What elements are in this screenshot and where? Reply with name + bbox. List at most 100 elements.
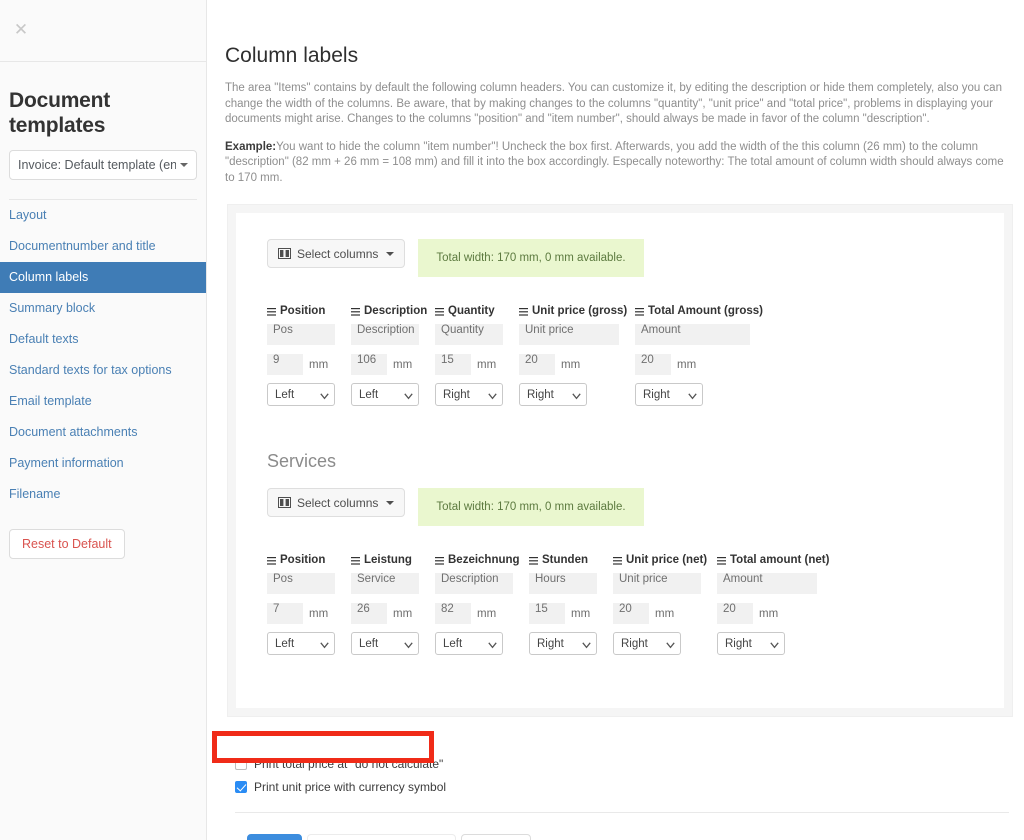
column-label-input[interactable]: Amount xyxy=(635,324,750,345)
drag-handle-icon[interactable] xyxy=(635,307,644,316)
column-align-value: Left xyxy=(443,637,463,650)
column-label-input[interactable]: Quantity xyxy=(435,324,503,345)
column-label-input[interactable]: Pos xyxy=(267,324,335,345)
chevron-down-icon xyxy=(320,391,329,400)
sidebar-body: Document templates Invoice: Default temp… xyxy=(0,88,206,559)
app-root: ✕ Document templates Invoice: Default te… xyxy=(0,0,1024,840)
reset-to-default-button[interactable]: Reset to Default xyxy=(9,529,125,559)
example-label: Example: xyxy=(225,140,277,153)
sidebar-item-layout[interactable]: Layout xyxy=(0,200,206,231)
services-width-alert: Total width: 170 mm, 0 mm available. xyxy=(418,488,644,526)
preview-button[interactable]: Preview xyxy=(460,834,531,840)
sidebar-item-default-texts[interactable]: Default texts xyxy=(0,324,206,355)
sidebar-item-document-attachments[interactable]: Document attachments xyxy=(0,417,206,448)
column-align-select[interactable]: Left xyxy=(267,632,335,655)
column-align-select[interactable]: Right xyxy=(435,383,503,406)
column-width-row: 15 mm xyxy=(529,603,609,624)
sidebar-item-documentnumber-and-title[interactable]: Documentnumber and title xyxy=(0,231,206,262)
column-label-input[interactable]: Service xyxy=(351,573,419,594)
column-width-input[interactable]: 106 xyxy=(351,354,387,375)
column-align-select[interactable]: Right xyxy=(635,383,703,406)
drag-handle-icon[interactable] xyxy=(267,556,276,565)
column-align-select[interactable]: Right xyxy=(613,632,681,655)
column-label-input[interactable]: Hours xyxy=(529,573,597,594)
column-width-input[interactable]: 15 xyxy=(529,603,565,624)
sidebar-item-column-labels[interactable]: Column labels xyxy=(0,262,206,293)
checkbox-row: Print services separated xyxy=(235,731,1008,750)
column-config-block: Total amount (net) Amount 20 mm Right xyxy=(717,554,829,655)
select-columns-button-services[interactable]: Select columns xyxy=(267,488,406,517)
sidebar-item-standard-texts-for-tax-options[interactable]: Standard texts for tax options xyxy=(0,355,206,386)
close-icon[interactable]: ✕ xyxy=(10,20,32,42)
drag-handle-icon[interactable] xyxy=(717,556,726,565)
column-header-label: Quantity xyxy=(448,305,495,317)
columns-panel-inner: Select columns Total width: 170 mm, 0 mm… xyxy=(236,213,1004,708)
checkbox-row: Print total price at "do not calculate" xyxy=(235,754,1008,773)
column-width-input[interactable]: 82 xyxy=(435,603,471,624)
column-align-select[interactable]: Left xyxy=(351,383,419,406)
drag-handle-icon[interactable] xyxy=(613,556,622,565)
column-width-unit: mm xyxy=(393,358,413,371)
column-header-label: Stunden xyxy=(542,554,588,566)
column-align-select[interactable]: Left xyxy=(351,632,419,655)
column-align-select[interactable]: Right xyxy=(717,632,785,655)
column-config-block: Description Description 106 mm Left xyxy=(351,305,431,406)
drag-handle-icon[interactable] xyxy=(351,556,360,565)
sidebar-item-payment-information[interactable]: Payment information xyxy=(0,448,206,479)
items-toolbar: Select columns Total width: 170 mm, 0 mm… xyxy=(267,239,1004,277)
column-label-input[interactable]: Description xyxy=(351,324,419,345)
column-label-input[interactable]: Unit price xyxy=(519,324,619,345)
checkbox-toggle[interactable] xyxy=(235,780,247,793)
column-label-input[interactable]: Pos xyxy=(267,573,335,594)
chevron-down-icon xyxy=(582,640,591,649)
checkbox-toggle[interactable] xyxy=(235,734,247,747)
column-config-block: Unit price (net) Unit price 20 mm Right xyxy=(613,554,713,655)
column-label-input[interactable]: Unit price xyxy=(613,573,701,594)
column-label-input[interactable]: Description xyxy=(435,573,513,594)
intro-paragraph: The area "Items" contains by default the… xyxy=(225,82,1002,125)
column-header-label: Description xyxy=(364,305,428,317)
drag-handle-icon[interactable] xyxy=(519,307,528,316)
column-label-input[interactable]: Amount xyxy=(717,573,817,594)
column-width-row: 20 mm xyxy=(519,354,631,375)
column-align-value: Right xyxy=(725,637,752,650)
drag-handle-icon[interactable] xyxy=(351,307,360,316)
checkbox-toggle[interactable] xyxy=(235,757,247,770)
drag-handle-icon[interactable] xyxy=(435,307,444,316)
select-columns-button-items[interactable]: Select columns xyxy=(267,239,406,268)
column-width-input[interactable]: 26 xyxy=(351,603,387,624)
sidebar-item-filename[interactable]: Filename xyxy=(0,479,206,510)
chevron-down-icon xyxy=(666,640,675,649)
column-config-block: Total Amount (gross) Amount 20 mm Right xyxy=(635,305,763,406)
caret-down-icon xyxy=(386,251,395,256)
column-width-input[interactable]: 20 xyxy=(519,354,555,375)
chevron-down-icon xyxy=(404,640,413,649)
column-align-select[interactable]: Left xyxy=(435,632,503,655)
column-width-unit: mm xyxy=(477,358,497,371)
column-width-unit: mm xyxy=(561,358,581,371)
column-width-input[interactable]: 20 xyxy=(613,603,649,624)
caret-down-icon xyxy=(386,500,395,505)
drag-handle-icon[interactable] xyxy=(529,556,538,565)
column-align-select[interactable]: Left xyxy=(267,383,335,406)
column-align-select[interactable]: Right xyxy=(519,383,587,406)
column-width-input[interactable]: 15 xyxy=(435,354,471,375)
column-align-value: Right xyxy=(443,388,470,401)
column-width-input[interactable]: 20 xyxy=(717,603,753,624)
column-width-input[interactable]: 9 xyxy=(267,354,303,375)
save-button[interactable]: Save xyxy=(247,834,302,840)
column-width-input[interactable]: 7 xyxy=(267,603,303,624)
services-columns-grid: Position Pos 7 mm Left Leistung Service 26 mm Lef… xyxy=(267,554,1004,655)
template-select[interactable]: Invoice: Default template (englisl xyxy=(9,150,197,180)
save-as-new-template-button[interactable]: Save as new template xyxy=(306,834,456,840)
services-toolbar: Select columns Total width: 170 mm, 0 mm… xyxy=(267,488,1004,526)
sidebar-item-summary-block[interactable]: Summary block xyxy=(0,293,206,324)
drag-handle-icon[interactable] xyxy=(435,556,444,565)
column-align-value: Left xyxy=(359,637,379,650)
drag-handle-icon[interactable] xyxy=(267,307,276,316)
column-width-row: 106 mm xyxy=(351,354,431,375)
column-align-select[interactable]: Right xyxy=(529,632,597,655)
sidebar-item-email-template[interactable]: Email template xyxy=(0,386,206,417)
column-align-value: Right xyxy=(527,388,554,401)
column-width-input[interactable]: 20 xyxy=(635,354,671,375)
